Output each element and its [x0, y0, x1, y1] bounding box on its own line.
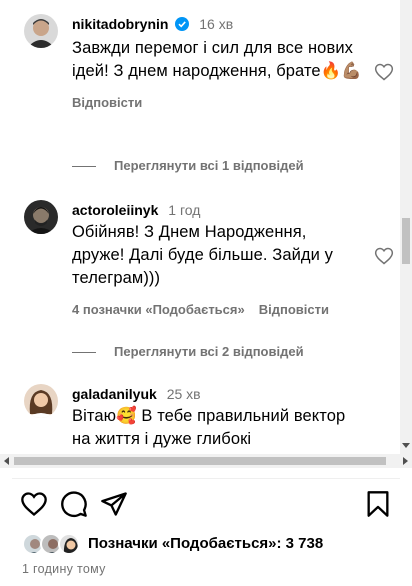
view-replies-button[interactable]: Переглянути всі 2 відповідей — [72, 344, 304, 359]
username[interactable]: actoroleiinyk — [72, 202, 158, 218]
avatar[interactable] — [24, 200, 58, 234]
avatar[interactable] — [24, 14, 58, 48]
divider-line — [72, 352, 96, 354]
scroll-left-arrow-icon[interactable] — [4, 457, 9, 465]
comment-time[interactable]: 16 хв — [199, 16, 233, 32]
view-replies-label: Переглянути всі 2 відповідей — [114, 344, 304, 359]
avatar[interactable] — [24, 384, 58, 418]
verified-badge-icon — [175, 16, 190, 36]
comment-item: actoroleiinyk 1 год Обійняв! З Днем Наро… — [24, 200, 394, 330]
post-action-bar — [0, 486, 412, 526]
comment-time[interactable]: 25 хв — [167, 386, 201, 402]
comment-header: actoroleiinyk 1 год — [72, 200, 362, 220]
comment-likes-link[interactable]: 4 позначки «Подобається» — [72, 302, 245, 317]
comment-body: galadanilyuk 25 хв Вітаю🥰 В тебе правиль… — [72, 384, 362, 451]
view-replies-button[interactable]: Переглянути всі 1 відповідей — [72, 158, 304, 173]
section-divider — [12, 478, 400, 479]
comment-body: nikitadobrynin 16 хв Завжди перемог і си… — [72, 14, 362, 110]
comment-actions: Відповісти — [72, 95, 362, 110]
comment-time[interactable]: 1 год — [168, 202, 200, 218]
scroll-down-arrow-icon[interactable] — [402, 443, 410, 448]
liker-avatar — [58, 533, 80, 555]
like-heart-icon[interactable] — [20, 490, 48, 518]
username[interactable]: nikitadobrynin — [72, 16, 168, 32]
post-timestamp[interactable]: 1 годину тому — [22, 562, 106, 576]
view-replies-label: Переглянути всі 1 відповідей — [114, 158, 304, 173]
comment-header: nikitadobrynin 16 хв — [72, 14, 362, 36]
instagram-comments-panel: nikitadobrynin 16 хв Завжди перемог і си… — [0, 0, 412, 586]
like-comment-heart-icon[interactable] — [374, 246, 394, 271]
horizontal-scrollbar[interactable] — [0, 454, 412, 468]
scrollbar-thumb[interactable] — [14, 457, 386, 465]
scroll-right-arrow-icon[interactable] — [403, 457, 408, 465]
comment-text: Обійняв! З Днем Народження, друже! Далі … — [72, 223, 334, 287]
comment-body: actoroleiinyk 1 год Обійняв! З Днем Наро… — [72, 200, 362, 317]
comments-list[interactable]: nikitadobrynin 16 хв Завжди перемог і си… — [0, 0, 400, 454]
divider-line — [72, 166, 96, 168]
reply-button[interactable]: Відповісти — [72, 95, 142, 110]
comment-item: nikitadobrynin 16 хв Завжди перемог і си… — [24, 14, 394, 154]
comment-text: Завжди перемог і сил для все нових ідей!… — [72, 39, 362, 80]
comment-bubble-icon[interactable] — [60, 490, 88, 518]
share-send-icon[interactable] — [100, 490, 128, 518]
scrollbar-thumb[interactable] — [402, 218, 410, 264]
comment-actions: 4 позначки «Подобається» Відповісти — [72, 302, 362, 317]
likes-count[interactable]: Позначки «Подобається»: 3 738 — [88, 535, 323, 552]
vertical-scrollbar[interactable] — [400, 0, 412, 454]
likes-summary: Позначки «Подобається»: 3 738 — [22, 530, 402, 560]
comment-text: Вітаю🥰 В тебе правильний вектор на життя… — [72, 407, 346, 448]
like-comment-heart-icon[interactable] — [374, 62, 394, 87]
username[interactable]: galadanilyuk — [72, 386, 157, 402]
comment-item: galadanilyuk 25 хв Вітаю🥰 В тебе правиль… — [24, 384, 394, 454]
bookmark-icon[interactable] — [364, 490, 392, 518]
reply-button[interactable]: Відповісти — [259, 302, 329, 317]
comment-header: galadanilyuk 25 хв — [72, 384, 362, 404]
